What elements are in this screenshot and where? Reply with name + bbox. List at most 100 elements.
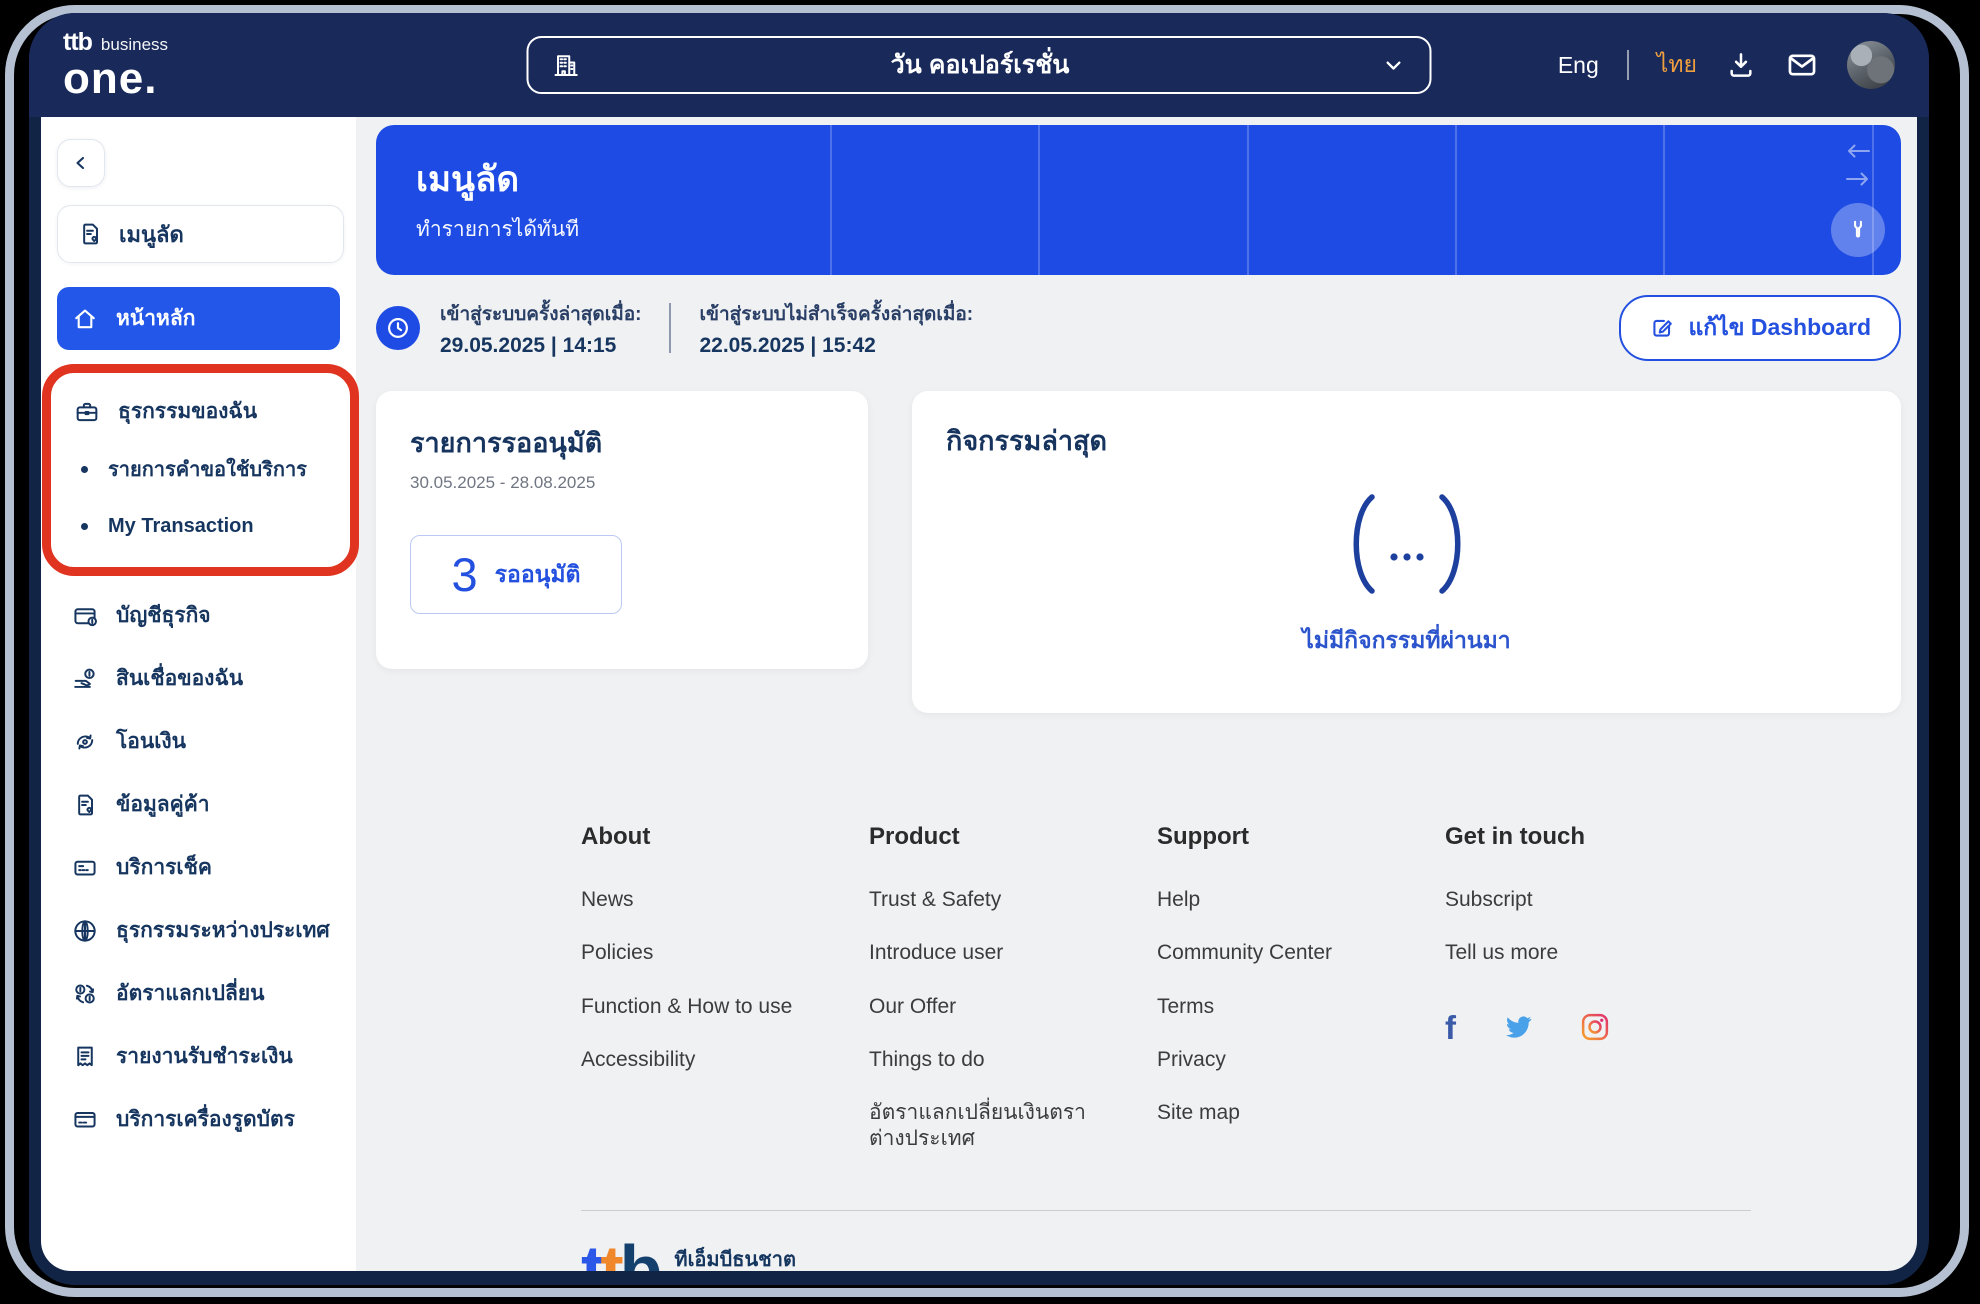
- sidebar-item-cheque-services[interactable]: บริการเช็ค: [57, 836, 344, 899]
- sidebar-item-label: เมนูลัด: [119, 217, 184, 252]
- sidebar-nav: หน้าหลัก ธุรกรรมของฉัน รายการ: [57, 287, 344, 1151]
- sidebar-item-my-transactions-group[interactable]: ธุรกรรมของฉัน: [61, 385, 346, 438]
- footer-link[interactable]: Site map: [1157, 1100, 1409, 1126]
- activity-card-title: กิจกรรมล่าสุด: [946, 419, 1867, 462]
- footer-link[interactable]: Terms: [1157, 994, 1409, 1020]
- annotation-highlight-box: ธุรกรรมของฉัน รายการคำขอใช้บริการ My Tra…: [42, 364, 359, 576]
- sidebar-item-label: ธุรกรรมระหว่างประเทศ: [116, 914, 330, 947]
- footer-link[interactable]: Community Center: [1157, 940, 1409, 966]
- footer-link[interactable]: Function & How to use: [581, 994, 833, 1020]
- failed-login-label: เข้าสู่ระบบไม่สำเร็จครั้งล่าสุดเมื่อ:: [699, 299, 973, 329]
- footer-link[interactable]: Our Offer: [869, 994, 1121, 1020]
- lang-thai-button[interactable]: ไทย: [1657, 47, 1697, 83]
- sidebar-item-label: สินเชื่อของฉัน: [116, 662, 243, 695]
- footer-column-support: Support Help Community Center Terms Priv…: [1157, 823, 1445, 1180]
- card-machine-icon: [71, 1106, 99, 1134]
- sidebar: เมนูลัด หน้าหลัก: [41, 117, 356, 1271]
- instagram-icon[interactable]: [1580, 1012, 1610, 1042]
- sidebar-item-shortcut-menu[interactable]: เมนูลัด: [57, 205, 344, 263]
- sidebar-item-business-accounts[interactable]: บัญชีธุรกิจ: [57, 584, 344, 647]
- home-icon: [71, 305, 99, 333]
- lang-divider: [1627, 50, 1629, 80]
- footer-column-title: Product: [869, 823, 1157, 851]
- left-arrow-icon[interactable]: [1842, 139, 1874, 163]
- logo-caption-thai: ทีเอ็มบีธนชาต: [674, 1243, 796, 1271]
- sidebar-subitem-service-requests[interactable]: รายการคำขอใช้บริการ: [61, 438, 346, 500]
- footer-link[interactable]: Subscript: [1445, 887, 1697, 913]
- sidebar-item-card-machine-services[interactable]: บริการเครื่องรูดบัตร: [57, 1088, 344, 1151]
- footer-link[interactable]: Trust & Safety: [869, 887, 1121, 913]
- sidebar-subitem-my-transaction[interactable]: My Transaction: [61, 500, 346, 553]
- app-logo: ttb business one.: [63, 30, 168, 101]
- exchange-icon: [71, 980, 99, 1008]
- sidebar-collapse-button[interactable]: [57, 139, 105, 187]
- footer-link[interactable]: News: [581, 887, 833, 913]
- ttb-footer-logo: ttb ทีเอ็มบีธนชาต TMBThanachart: [581, 1243, 796, 1271]
- partner-icon: [71, 791, 99, 819]
- footer-link[interactable]: อัตราแลกเปลี่ยนเงินตราต่างประเทศ: [869, 1100, 1121, 1153]
- footer-link[interactable]: Things to do: [869, 1047, 1121, 1073]
- sidebar-item-international-transactions[interactable]: ธุรกรรมระหว่างประเทศ: [57, 899, 344, 962]
- footer-column-title: Get in touch: [1445, 823, 1733, 851]
- chevron-down-icon: [1380, 51, 1408, 79]
- sidebar-item-my-loans[interactable]: สินเชื่อของฉัน: [57, 647, 344, 710]
- briefcase-icon: [73, 398, 101, 426]
- edit-dashboard-button[interactable]: แก้ไข Dashboard: [1619, 295, 1901, 361]
- clock-icon: [376, 306, 420, 350]
- footer-column-product: Product Trust & Safety Introduce user Ou…: [869, 823, 1157, 1180]
- cards-row: รายการรออนุมัติ 30.05.2025 - 28.08.2025 …: [376, 391, 1901, 713]
- logo-business-text: business: [101, 36, 168, 53]
- login-info-row: เข้าสู่ระบบครั้งล่าสุดเมื่อ: 29.05.2025 …: [376, 295, 1901, 361]
- company-name: วัน คอเปอร์เรชั่น: [581, 45, 1380, 85]
- footer-column-about: About News Policies Function & How to us…: [581, 823, 869, 1180]
- logo-ttb-text: ttb: [63, 30, 92, 55]
- sidebar-item-payment-reports[interactable]: รายงานรับชำระเงิน: [57, 1025, 344, 1088]
- sidebar-item-label: ธุรกรรมของฉัน: [118, 395, 257, 428]
- chevron-left-icon: [69, 151, 93, 175]
- twitter-icon[interactable]: [1502, 1011, 1534, 1043]
- footer-column-title: About: [581, 823, 869, 851]
- right-arrow-icon[interactable]: [1842, 167, 1874, 191]
- sidebar-item-home[interactable]: หน้าหลัก: [57, 287, 340, 350]
- sidebar-item-label: รายงานรับชำระเงิน: [116, 1040, 293, 1073]
- footer-link[interactable]: Policies: [581, 940, 833, 966]
- loan-icon: [71, 665, 99, 693]
- cheque-icon: [71, 854, 99, 882]
- wrench-icon[interactable]: [1831, 203, 1885, 257]
- sidebar-subitem-label: My Transaction: [108, 515, 254, 538]
- sidebar-item-label: ข้อมูลคู่ค้า: [116, 788, 210, 821]
- logo-letter-t1: t: [581, 1231, 600, 1271]
- logo-letter-b: b: [620, 1231, 659, 1271]
- footer-column-get-in-touch: Get in touch Subscript Tell us more f: [1445, 823, 1733, 1180]
- recent-activity-card: กิจกรรมล่าสุด ไม่มีกิจกรรมที่ผ่านมา: [912, 391, 1901, 713]
- footer-link[interactable]: Introduce user: [869, 940, 1121, 966]
- footer-link[interactable]: Help: [1157, 887, 1409, 913]
- company-selector-dropdown[interactable]: วัน คอเปอร์เรชั่น: [527, 36, 1432, 94]
- sidebar-item-label: บริการเช็ค: [116, 851, 212, 884]
- transfer-icon: [71, 728, 99, 756]
- main-content: เมนูลัด ทำรายการได้ทันที: [356, 117, 1917, 1271]
- logo-letter-t2: t: [600, 1231, 619, 1271]
- sidebar-item-exchange-rates[interactable]: อัตราแลกเปลี่ยน: [57, 962, 344, 1025]
- login-divider: [669, 303, 671, 353]
- pending-count-button[interactable]: 3 รออนุมัติ: [410, 535, 622, 614]
- body-row: เมนูลัด หน้าหลัก: [29, 117, 1929, 1285]
- lang-eng-button[interactable]: Eng: [1558, 52, 1599, 79]
- pending-count: 3: [452, 551, 478, 598]
- avatar[interactable]: [1847, 41, 1895, 89]
- pending-card-title: รายการรออนุมัติ: [410, 421, 834, 464]
- footer-link[interactable]: Privacy: [1157, 1047, 1409, 1073]
- sidebar-item-transfer-money[interactable]: โอนเงิน: [57, 710, 344, 773]
- download-icon[interactable]: [1725, 49, 1757, 81]
- footer-link[interactable]: Tell us more: [1445, 940, 1697, 966]
- sidebar-item-label: โอนเงิน: [116, 725, 186, 758]
- banner-divider: [1038, 125, 1040, 275]
- facebook-icon[interactable]: f: [1445, 1011, 1456, 1044]
- failed-login-value: 22.05.2025 | 15:42: [699, 334, 973, 358]
- sidebar-item-partner-info[interactable]: ข้อมูลคู่ค้า: [57, 773, 344, 836]
- last-login-label: เข้าสู่ระบบครั้งล่าสุดเมื่อ:: [440, 299, 641, 329]
- activity-empty-text: ไม่มีกิจกรรมที่ผ่านมา: [1302, 623, 1510, 659]
- footer-link[interactable]: Accessibility: [581, 1047, 833, 1073]
- mail-icon[interactable]: [1785, 48, 1819, 82]
- bullet-icon: [81, 466, 88, 473]
